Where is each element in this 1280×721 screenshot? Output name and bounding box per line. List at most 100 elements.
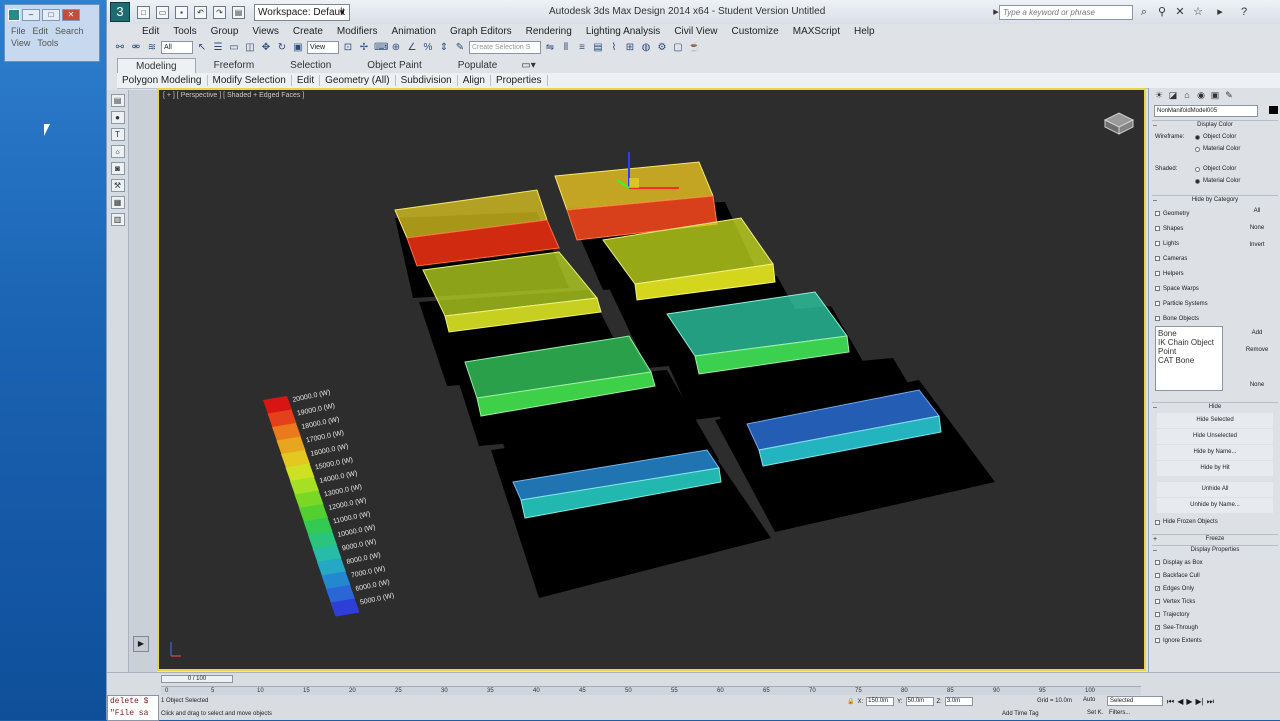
hide-by-category-rollout[interactable]: – Hide by Category — [1152, 195, 1278, 204]
bone-icon[interactable]: ⚒ — [110, 179, 125, 192]
redo-icon[interactable]: ↷ — [213, 5, 226, 19]
link-icon[interactable]: ⚯ — [113, 40, 127, 54]
list-item[interactable]: Bone — [1158, 329, 1220, 338]
spinner-snap-icon[interactable]: ⇕ — [437, 40, 451, 54]
checkbox[interactable] — [1155, 286, 1160, 291]
menu-views[interactable]: Views — [245, 26, 286, 37]
checkbox-checked[interactable]: ✓ — [1155, 586, 1160, 592]
keyboard-shortcut-icon[interactable]: ⌨ — [373, 40, 388, 54]
checkbox[interactable] — [1155, 316, 1160, 321]
favorites-icon[interactable]: ☆ — [1191, 5, 1205, 19]
all-button[interactable]: All — [1239, 206, 1275, 217]
menu-edit[interactable]: Edit — [33, 26, 49, 36]
rect-selection-icon[interactable]: ▭ — [227, 40, 241, 54]
align-icon[interactable]: ⫴ — [559, 40, 573, 54]
rendered-frame-icon[interactable]: ▢ — [671, 40, 685, 54]
hide-by-hit-button[interactable]: Hide by Hit — [1157, 461, 1273, 476]
set-key-button[interactable]: Set K. — [1087, 710, 1103, 716]
hierarchy-tab-icon[interactable]: ⌂ — [1181, 90, 1193, 101]
backface-cull-row[interactable]: Backface Cull — [1149, 569, 1280, 582]
checkbox[interactable] — [1155, 226, 1160, 231]
display-tab-icon[interactable]: ▣ — [1209, 90, 1221, 101]
menu-help[interactable]: Help — [847, 26, 882, 37]
open-icon[interactable]: ▭ — [156, 5, 169, 19]
shirt-icon[interactable]: T — [110, 128, 125, 141]
project-folder-icon[interactable]: ▤ — [232, 5, 245, 19]
menu-graph-editors[interactable]: Graph Editors — [443, 26, 519, 37]
minimized-window[interactable]: – □ ✕ File Edit Search View Tools — [4, 4, 100, 62]
prev-frame-icon[interactable]: ◀ — [1177, 697, 1183, 707]
tab-selection[interactable]: Selection — [272, 58, 349, 73]
tab-object-paint[interactable]: Object Paint — [349, 58, 439, 73]
display-color-rollout[interactable]: – Display Color — [1152, 120, 1278, 129]
angle-snap-icon[interactable]: ∠ — [405, 40, 419, 54]
close-button[interactable]: ✕ — [62, 9, 80, 21]
layer-icon[interactable]: ▥ — [110, 213, 125, 226]
pivot-icon[interactable]: ⊡ — [341, 40, 355, 54]
tab-modeling[interactable]: Modeling — [117, 58, 196, 73]
y-field[interactable]: 50.0m — [905, 697, 934, 706]
move-icon[interactable]: ✥ — [259, 40, 273, 54]
display-properties-rollout[interactable]: – Display Properties — [1152, 545, 1278, 554]
utilities-tab-icon[interactable]: ✎ — [1223, 90, 1235, 101]
vertex-ticks-row[interactable]: Vertex Ticks — [1149, 595, 1280, 608]
hide-frozen-row[interactable]: Hide Frozen Objects — [1149, 516, 1280, 528]
checkbox[interactable] — [1155, 638, 1160, 643]
sphere-icon[interactable]: ● — [110, 111, 125, 124]
time-slider[interactable]: 0 / 100 — [161, 675, 233, 683]
lock-icon[interactable]: 🔒 — [847, 698, 854, 705]
freeze-rollout[interactable]: + Freeze — [1152, 534, 1278, 543]
minimize-button[interactable]: – — [22, 9, 40, 21]
light-icon[interactable]: ☼ — [110, 145, 125, 158]
menu-edit[interactable]: Edit — [135, 26, 166, 37]
tab-populate[interactable]: Populate — [440, 58, 515, 73]
viewcube-icon[interactable] — [1102, 106, 1136, 136]
checkbox[interactable] — [1155, 301, 1160, 306]
scale-icon[interactable]: ▣ — [291, 40, 305, 54]
panel-geometry-all[interactable]: Geometry (All) — [320, 75, 396, 86]
list-item[interactable]: IK Chain Object — [1158, 338, 1220, 347]
graphite-toggle-icon[interactable]: ▤ — [591, 40, 605, 54]
binoculars-icon[interactable]: ⌕ — [1137, 5, 1151, 19]
rotate-icon[interactable]: ↻ — [275, 40, 289, 54]
checkbox[interactable] — [1155, 560, 1160, 565]
key-filters-button[interactable]: Filters... — [1109, 710, 1130, 716]
bone-object-list[interactable]: Bone IK Chain Object Point CAT Bone — [1155, 326, 1223, 391]
panel-edit[interactable]: Edit — [292, 75, 321, 86]
unlink-icon[interactable]: ⚮ — [129, 40, 143, 54]
material-editor-icon[interactable]: ◍ — [639, 40, 653, 54]
go-end-icon[interactable]: ⏭ — [1207, 697, 1214, 707]
trajectory-row[interactable]: Trajectory — [1149, 608, 1280, 621]
hide-by-name-button[interactable]: Hide by Name... — [1157, 445, 1273, 460]
menu-civil-view[interactable]: Civil View — [667, 26, 724, 37]
workspace-dropdown[interactable]: Workspace: Default ▼ — [254, 3, 350, 21]
edit-named-selection-icon[interactable]: ✎ — [453, 40, 467, 54]
play-icon[interactable]: ▶ — [1186, 697, 1192, 707]
category-helpers[interactable]: Helpers — [1149, 266, 1280, 281]
subscription-icon[interactable]: ⚲ — [1155, 5, 1169, 19]
camera-icon[interactable]: ◙ — [110, 162, 125, 175]
menu-tools[interactable]: Tools — [37, 38, 58, 48]
list-item[interactable]: Point — [1158, 347, 1220, 356]
menu-modifiers[interactable]: Modifiers — [330, 26, 385, 37]
menu-animation[interactable]: Animation — [384, 26, 442, 37]
list-item[interactable]: CAT Bone — [1158, 356, 1220, 365]
invert-button[interactable]: Invert — [1239, 240, 1275, 251]
panel-align[interactable]: Align — [458, 75, 491, 86]
list-none-button[interactable]: None — [1239, 380, 1275, 391]
ribbon-options-icon[interactable]: ▭▾ — [515, 58, 541, 73]
perspective-viewport[interactable]: [ + ] [ Perspective ] [ Shaded + Edged F… — [157, 88, 1146, 671]
layer-explorer-icon[interactable]: ≡ — [575, 40, 589, 54]
communication-icon[interactable]: ✕ — [1173, 5, 1187, 19]
checkbox[interactable] — [1155, 612, 1160, 617]
menu-search[interactable]: Search — [55, 26, 84, 36]
add-button[interactable]: Add — [1239, 328, 1275, 339]
help-icon[interactable]: ? — [1237, 5, 1251, 19]
undo-icon[interactable]: ↶ — [194, 5, 207, 19]
menu-maxscript[interactable]: MAXScript — [786, 26, 847, 37]
remove-button[interactable]: Remove — [1239, 345, 1275, 356]
menu-lighting-analysis[interactable]: Lighting Analysis — [579, 26, 668, 37]
checkbox[interactable] — [1155, 256, 1160, 261]
hide-rollout[interactable]: – Hide — [1152, 402, 1278, 411]
x-field[interactable]: 150.0m — [866, 697, 895, 706]
